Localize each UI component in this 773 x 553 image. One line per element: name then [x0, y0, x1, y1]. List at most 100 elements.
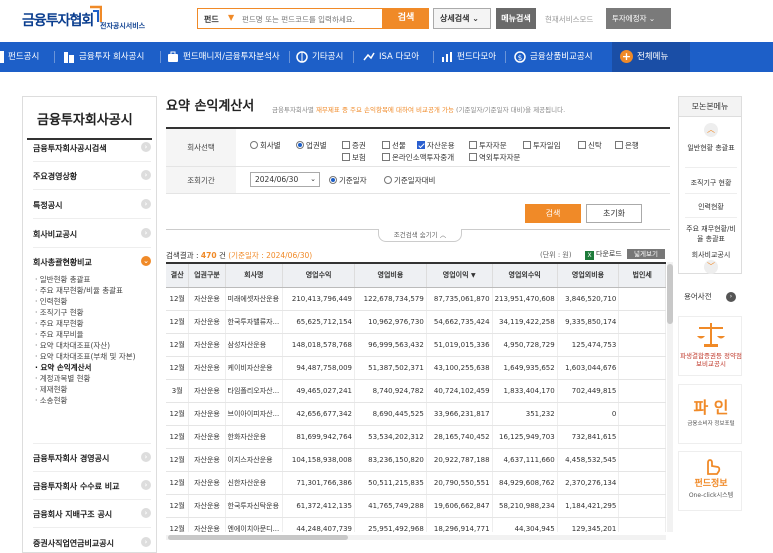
menu-search-button[interactable]: 메뉴검색	[496, 8, 536, 29]
checkbox-online-crowdfunding[interactable]: 온라인소액투자중개	[382, 152, 454, 163]
nav-other-disclosure[interactable]: 기타공시	[296, 42, 343, 72]
site-logo[interactable]: 금융투자협회	[22, 10, 94, 30]
horizontal-scrollbar[interactable]	[166, 535, 666, 540]
quick-menu-item[interactable]: 조직기구 현황	[683, 178, 739, 188]
table-cell[interactable]: 엔에이치아문디...	[225, 517, 284, 532]
radio-by-company[interactable]: 회사별	[250, 140, 281, 151]
all-menu-button[interactable]: + 전체메뉴	[612, 42, 690, 72]
sidebar-item-management-status[interactable]: 주요경영상황 ›	[33, 170, 151, 182]
search-input[interactable]	[242, 12, 380, 26]
col-header-corporate-tax[interactable]: 법인세	[618, 264, 666, 288]
sidebar-subitem[interactable]: · 인력현황	[35, 296, 67, 307]
table-row[interactable]: 12월 자산운용 브이아이피자산... 42,656,677,342 8,690,445…	[166, 402, 666, 426]
sidebar-subitem[interactable]: · 주요 재무현황	[35, 318, 84, 329]
nav-fund-disclosure[interactable]: 펀드공시	[0, 42, 39, 72]
filter-search-button[interactable]: 검색	[525, 204, 581, 223]
checkbox-advisory[interactable]: 투자자문	[469, 140, 507, 151]
table-cell[interactable]: 한국투자신탁운용	[225, 494, 284, 518]
derivatives-banner[interactable]: 파생결합증권등 정약점보비교공시	[678, 316, 742, 376]
table-row[interactable]: 12월 자산운용 신한자산운용 71,301,766,386 50,511,215,83…	[166, 471, 666, 495]
table-row[interactable]: 12월 자산운용 한화자산운용 81,699,942,764 53,534,202,31…	[166, 425, 666, 449]
wide-view-button[interactable]: 넓게보기	[627, 249, 665, 259]
table-row[interactable]: 12월 자산운용 미래에셋자산운용 210,413,796,449 122,678,73…	[166, 287, 666, 311]
sidebar-subitem[interactable]: · 제재현황	[35, 384, 67, 395]
sidebar-subitem[interactable]: · 요약 대차대조표(부채 및 자본)	[35, 351, 136, 362]
service-mode-select[interactable]: 투자에정자 ⌄	[606, 8, 671, 29]
table-cell[interactable]: 타임폴리오자산...	[225, 379, 284, 403]
scrollbar-thumb[interactable]	[667, 264, 673, 324]
col-header-sector[interactable]: 업권구분	[188, 264, 226, 288]
sidebar-item-overall-comparison[interactable]: 회사총괄현황비교 ⌄	[33, 256, 151, 268]
col-header-operating-income[interactable]: 영업이익 ▼	[426, 264, 493, 288]
sidebar-item-fee-comparison[interactable]: 금융투자회사 수수료 비교 ›	[33, 480, 151, 492]
table-cell[interactable]: 한국투자밸류자...	[225, 310, 284, 334]
table-row[interactable]: 12월 자산운용 이지스자산운용 104,158,938,008 83,236,150,…	[166, 448, 666, 472]
sidebar-item-company-search[interactable]: 금융투자회사공시검색 ›	[33, 142, 151, 154]
checkbox-securities[interactable]: 증권	[342, 140, 366, 151]
chevron-up-icon[interactable]: ︿	[704, 123, 718, 137]
sidebar-subitem[interactable]: · 주요 재무비율	[35, 329, 84, 340]
hide-conditions-button[interactable]: 조건검색 숨기기 ︿	[378, 229, 462, 242]
table-cell[interactable]: 이지스자산운용	[225, 448, 284, 472]
reset-button[interactable]: 초기화	[586, 204, 642, 223]
sidebar-item-company-comparison[interactable]: 회사비교공시 ›	[33, 228, 151, 240]
nav-fund-manager[interactable]: 펀드매니저/금융투자분석사	[167, 42, 280, 72]
nav-isa-damoa[interactable]: ISA 다모아	[363, 42, 419, 72]
col-header-settlement[interactable]: 결산	[166, 264, 190, 288]
sidebar-subitem[interactable]: · 소송현황	[35, 395, 67, 406]
nav-fund-damoa[interactable]: 펀드다모아	[441, 42, 496, 72]
quick-menu-item[interactable]: 주요 재무현황/비율 총괄표	[683, 224, 739, 244]
fine-banner[interactable]: 파 인 금융소비자 정보포털	[678, 384, 742, 444]
nav-product-comparison[interactable]: $ 금융상품비교공시	[514, 42, 593, 72]
sidebar-subitem-active[interactable]: · 요약 손익계산서	[35, 362, 91, 373]
table-row[interactable]: 12월 자산운용 엔에이치아문디... 44,248,407,739 25,951,49…	[166, 517, 666, 532]
quick-menu-item[interactable]: 일반현황 총괄표	[683, 143, 739, 153]
table-cell[interactable]: 한화자산운용	[225, 425, 284, 449]
table-cell[interactable]: 신한자산운용	[225, 471, 284, 495]
col-header-non-operating-revenue[interactable]: 영업외수익	[492, 264, 558, 288]
sidebar-item-governance[interactable]: 금융회사 지배구조 공시 ›	[33, 508, 151, 520]
table-row[interactable]: 12월 자산운용 한국투자신탁운용 61,372,412,135 41,765,749,…	[166, 494, 666, 518]
nav-company-disclosure[interactable]: 금융투자 회사공시	[63, 42, 144, 72]
checkbox-futures[interactable]: 선물	[382, 140, 406, 151]
table-row[interactable]: 3월 자산운용 타임폴리오자산... 49,465,027,241 8,740,924,…	[166, 379, 666, 403]
sidebar-subitem[interactable]: · 일반현황 총괄표	[35, 274, 90, 285]
table-row[interactable]: 12월 자산운용 삼성자산운용 148,018,578,768 96,999,563,4…	[166, 333, 666, 357]
sidebar-subitem[interactable]: · 주요 재무현황/비율 총괄표	[35, 285, 123, 296]
chevron-down-icon[interactable]: ▼	[228, 13, 234, 22]
sidebar-item-management-disclosure[interactable]: 금융투자회사 경영공시 ›	[33, 452, 151, 464]
vertical-scrollbar[interactable]	[667, 262, 673, 532]
download-button[interactable]: X 다운로드	[585, 249, 622, 260]
col-header-operating-revenue[interactable]: 영업수익	[282, 264, 355, 288]
search-button[interactable]: 검색	[383, 8, 429, 29]
search-scope-select[interactable]: 펀드	[204, 14, 219, 25]
chevron-down-icon[interactable]: ﹀	[704, 260, 718, 274]
radio-by-sector[interactable]: 업권별	[296, 140, 327, 151]
radio-base-date[interactable]: 기준일자	[329, 175, 367, 186]
col-header-operating-expense[interactable]: 영업비용	[354, 264, 427, 288]
table-row[interactable]: 12월 자산운용 케이비자산운용 94,487,758,009 51,387,502,3…	[166, 356, 666, 380]
quick-menu-item[interactable]: 인력현황	[683, 202, 739, 212]
checkbox-bank[interactable]: 은행	[615, 140, 639, 151]
col-header-company[interactable]: 회사명	[225, 264, 284, 288]
col-header-non-operating-expense[interactable]: 영업외비용	[557, 264, 620, 288]
checkbox-insurance[interactable]: 보험	[342, 152, 366, 163]
checkbox-offshore-advisory[interactable]: 역외투자자문	[469, 152, 520, 163]
checkbox-trust[interactable]: 신탁	[578, 140, 602, 151]
date-select[interactable]: 2024/06/30 ⌄	[250, 172, 320, 187]
checkbox-asset-management[interactable]: 자산운용	[417, 140, 455, 151]
checkbox-discretionary[interactable]: 투자일임	[523, 140, 561, 151]
sidebar-item-specific-disclosure[interactable]: 특정공시 ›	[33, 199, 151, 211]
radio-base-date-compare[interactable]: 기준일자대비	[384, 175, 435, 186]
sidebar-subitem[interactable]: · 조직기구 현황	[35, 307, 84, 318]
fund-info-banner[interactable]: 펀드정보 One-click시스템	[678, 451, 742, 511]
table-row[interactable]: 12월 자산운용 한국투자밸류자... 65,625,712,154 10,962,97…	[166, 310, 666, 334]
table-cell[interactable]: 삼성자산운용	[225, 333, 284, 357]
scrollbar-thumb[interactable]	[168, 535, 348, 540]
table-cell[interactable]: 브이아이피자산...	[225, 402, 284, 426]
table-cell[interactable]: 케이비자산운용	[225, 356, 284, 380]
quick-menu-item[interactable]: 회사비교공시	[683, 250, 739, 258]
sidebar-item-pension-comparison[interactable]: 증권사직업연금비교공시 ›	[33, 537, 151, 549]
table-cell[interactable]: 미래에셋자산운용	[225, 287, 284, 311]
sidebar-subitem[interactable]: · 요약 대차대조표(자산)	[35, 340, 110, 351]
